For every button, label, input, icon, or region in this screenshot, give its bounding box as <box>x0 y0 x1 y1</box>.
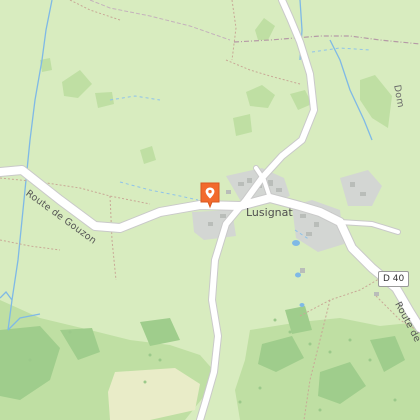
road-shield-d40: D 40 <box>378 271 410 287</box>
forest-bottom-right <box>235 318 420 420</box>
place-label-lusignat: Lusignat <box>246 206 293 219</box>
map-pin-icon <box>200 182 220 209</box>
ponds <box>292 240 305 307</box>
map-layers <box>0 0 420 420</box>
forest-patch-1 <box>62 70 92 98</box>
admin-boundary-2 <box>89 0 231 41</box>
forest-patch-7 <box>255 18 275 40</box>
waterways <box>0 0 373 331</box>
forest-patch-4 <box>246 85 275 108</box>
forest-patch-8 <box>360 75 392 128</box>
forest-patch-9 <box>140 146 156 164</box>
map-canvas[interactable]: Route de Gouzon Lusignat D 40 Route de D… <box>0 0 420 420</box>
forest-patch-3 <box>233 114 252 136</box>
